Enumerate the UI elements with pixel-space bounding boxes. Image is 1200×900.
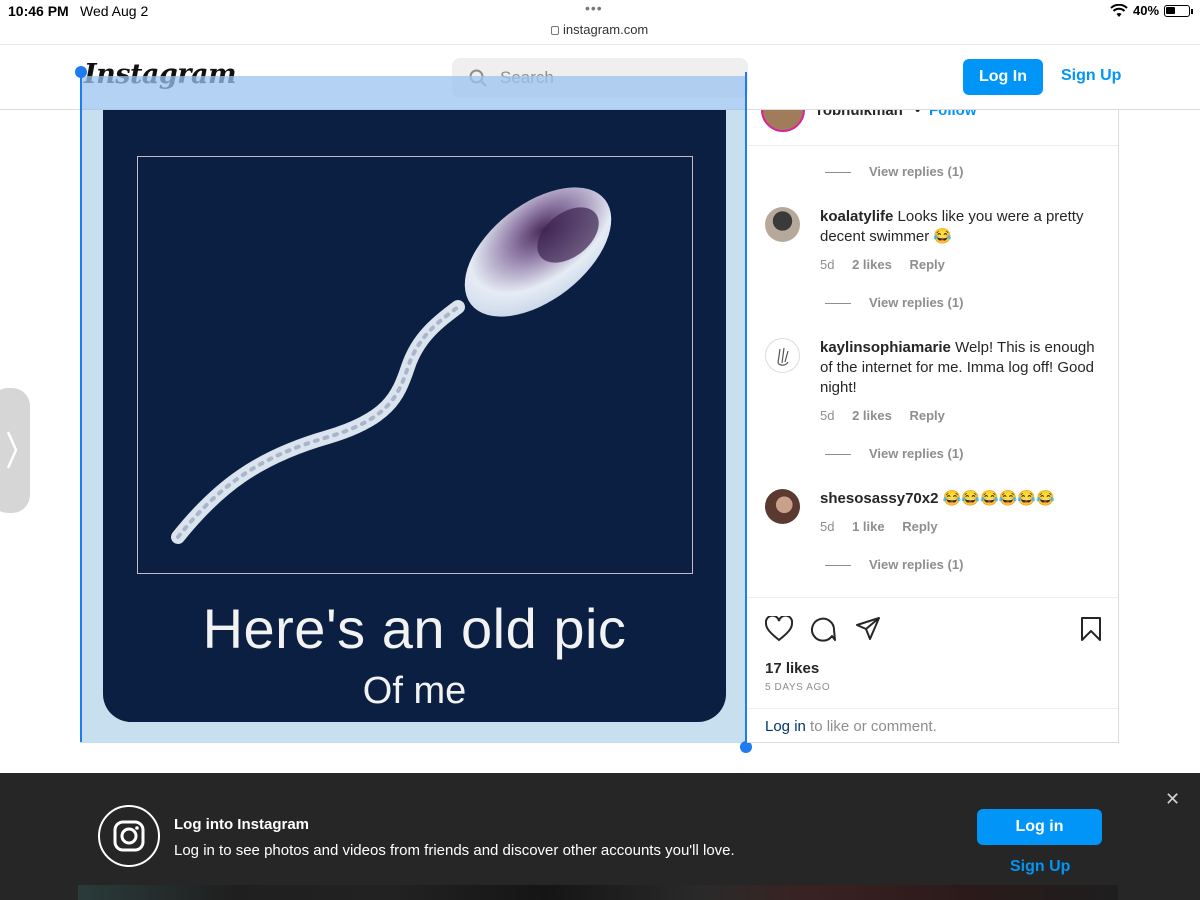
post-actions: 17 likes 5 DAYS AGO Log in to like or co… — [747, 597, 1118, 747]
battery-tip — [1191, 9, 1193, 14]
share-icon[interactable] — [855, 616, 881, 647]
reply-button[interactable]: Reply — [902, 519, 937, 534]
author-avatar[interactable] — [761, 110, 805, 132]
replies-dash — [825, 565, 851, 567]
comment-likes[interactable]: 2 likes — [852, 257, 892, 272]
view-replies-label: View replies (1) — [869, 164, 964, 179]
comment-age: 5d — [820, 257, 835, 272]
background-feed-strip — [78, 885, 1118, 900]
meme-subcaption: Of me — [362, 670, 467, 712]
chevron-right-icon — [6, 431, 18, 469]
comment-age: 5d — [820, 519, 835, 534]
commenter-avatar[interactable] — [765, 338, 800, 373]
comment-likes[interactable]: 2 likes — [852, 408, 892, 423]
replies-dash — [825, 303, 851, 305]
battery-percent: 40% — [1133, 3, 1160, 18]
address-bar[interactable]: instagram.com — [551, 22, 648, 37]
signup-link[interactable]: Sign Up — [1061, 67, 1121, 85]
login-link[interactable]: Log in — [765, 718, 806, 735]
replies-dash — [825, 454, 851, 456]
login-prompt-text: to like or comment. — [805, 718, 937, 735]
reply-button[interactable]: Reply — [909, 257, 944, 272]
lock-icon — [551, 26, 559, 35]
instagram-icon — [98, 805, 160, 867]
wifi-icon — [1110, 3, 1128, 23]
slide-over-handle[interactable] — [0, 388, 30, 513]
view-replies-label: View replies (1) — [869, 295, 964, 310]
meme-card: Here's an old pic Of me — [103, 110, 726, 722]
comment-meta: 5d 2 likes Reply — [820, 408, 959, 423]
comment-meta: 5d 1 like Reply — [820, 519, 952, 534]
hand-sketch-icon — [777, 347, 789, 366]
meme-caption: Here's an old pic — [202, 597, 627, 660]
view-replies-button[interactable]: View replies (1) — [825, 446, 963, 461]
status-time: 10:46 PM — [8, 3, 69, 19]
bookmark-icon[interactable] — [1080, 616, 1102, 647]
view-replies-button[interactable]: View replies (1) — [825, 557, 963, 572]
banner-description: Log in to see photos and videos from fri… — [174, 842, 735, 859]
text-selection-highlight — [81, 76, 747, 110]
commenter-username[interactable]: koalatylife — [820, 208, 893, 225]
author-username[interactable]: robhulkman — [817, 110, 903, 119]
comment-text: kaylinsophiamarie Welp! This is enough o… — [820, 338, 1110, 398]
commenter-username[interactable]: kaylinsophiamarie — [820, 339, 951, 356]
banner-title: Log into Instagram — [174, 816, 309, 833]
view-replies-button[interactable]: View replies (1) — [825, 295, 963, 310]
view-replies-button[interactable]: View replies (1) — [825, 164, 963, 179]
comment-icon[interactable] — [810, 616, 836, 647]
view-replies-label: View replies (1) — [869, 446, 964, 461]
follow-button[interactable]: Follow — [929, 110, 977, 119]
post-author-header: robhulkman • Follow ••• — [747, 110, 1118, 146]
banner-signup-link[interactable]: Sign Up — [1010, 858, 1070, 876]
comment-text: koalatylife Looks like you were a pretty… — [820, 207, 1110, 247]
likes-count[interactable]: 17 likes — [765, 660, 819, 677]
url-text: instagram.com — [563, 22, 649, 37]
post-image[interactable]: Here's an old pic Of me — [80, 110, 747, 743]
replies-dash — [825, 172, 851, 174]
banner-login-button[interactable]: Log in — [977, 809, 1102, 845]
sperm-illustration — [171, 187, 612, 544]
comment-item: koalatylife Looks like you were a pretty… — [765, 207, 1115, 277]
battery-icon — [1164, 5, 1190, 17]
separator-dot: • — [915, 110, 921, 119]
selection-handle-start[interactable] — [75, 66, 87, 78]
status-date: Wed Aug 2 — [80, 3, 149, 19]
comment-text: shesosassy70x2 😂😂😂😂😂😂 — [820, 489, 1110, 509]
comment-likes[interactable]: 1 like — [852, 519, 885, 534]
meme-frame — [137, 156, 693, 574]
post-timestamp: 5 DAYS AGO — [765, 682, 831, 693]
commenter-avatar[interactable] — [765, 207, 800, 242]
view-replies-label: View replies (1) — [869, 557, 964, 572]
more-options-icon[interactable]: ••• — [1077, 110, 1103, 120]
comment-item: shesosassy70x2 😂😂😂😂😂😂 5d 1 like Reply — [765, 489, 1115, 549]
comment-age: 5d — [820, 408, 835, 423]
selection-edge-left[interactable] — [80, 72, 82, 742]
comments-panel: robhulkman • Follow ••• View replies (1)… — [747, 110, 1119, 743]
commenter-username[interactable]: shesosassy70x2 — [820, 490, 938, 507]
reply-button[interactable]: Reply — [909, 408, 944, 423]
login-banner: Log into Instagram Log in to see photos … — [0, 773, 1200, 900]
comment-meta: 5d 2 likes Reply — [820, 257, 959, 272]
login-prompt: Log in to like or comment. — [747, 708, 1118, 744]
comment-body: 😂😂😂😂😂😂 — [942, 490, 1055, 507]
close-icon[interactable]: ✕ — [1165, 789, 1180, 810]
comment-item: kaylinsophiamarie Welp! This is enough o… — [765, 338, 1115, 428]
heart-icon[interactable] — [764, 614, 794, 647]
multitask-dots[interactable]: ••• — [585, 0, 603, 16]
login-button[interactable]: Log In — [963, 59, 1043, 95]
commenter-avatar[interactable] — [765, 489, 800, 524]
status-bar: 10:46 PM Wed Aug 2 ••• instagram.com 40% — [0, 0, 1200, 44]
